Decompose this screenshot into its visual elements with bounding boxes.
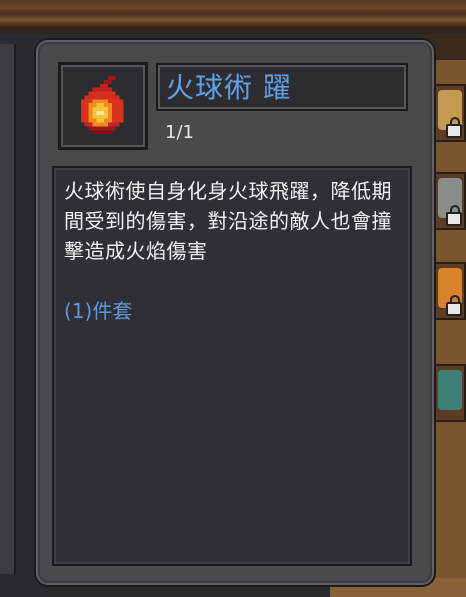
skill-level: 1/1 — [165, 122, 194, 143]
fireball-icon — [80, 76, 124, 135]
inventory-slot[interactable] — [432, 262, 466, 320]
inventory-slot[interactable] — [432, 172, 466, 230]
skill-description-box: 火球術使自身化身火球飛躍，降低期間受到的傷害，對沿途的敵人也會撞擊造成火焰傷害 … — [52, 166, 412, 566]
set-bonus-label: (1)件套 — [64, 299, 133, 323]
left-panel-edge — [0, 44, 16, 574]
lock-icon — [446, 117, 462, 138]
skill-title-frame: 火球術 躍 — [156, 63, 408, 111]
skill-title: 火球術 躍 — [166, 71, 292, 104]
skill-icon-frame — [58, 62, 148, 150]
lock-icon — [446, 205, 462, 226]
inventory-slot[interactable] — [432, 364, 466, 422]
skill-description: 火球術使自身化身火球飛躍，降低期間受到的傷害，對沿途的敵人也會撞擊造成火焰傷害 — [64, 179, 392, 263]
game-top-bar — [0, 0, 466, 34]
lock-icon — [446, 295, 462, 316]
equipment-item-icon — [438, 370, 462, 410]
inventory-slot[interactable] — [432, 84, 466, 142]
